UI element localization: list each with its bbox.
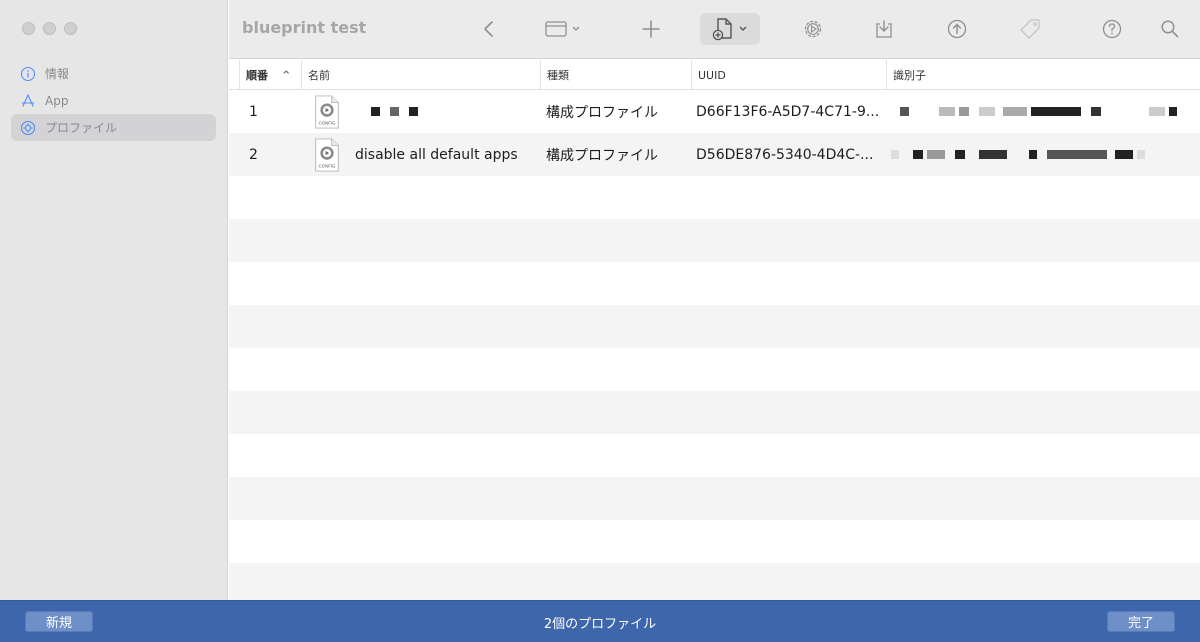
window-controls	[22, 22, 77, 35]
sidebar-list: 情報 App プロファイル	[11, 60, 216, 141]
column-header-label: UUID	[698, 68, 726, 82]
sidebar: 情報 App プロファイル	[0, 0, 228, 600]
empty-row	[229, 477, 1200, 520]
profile-count-status: 2個のプロファイル	[543, 617, 657, 632]
column-header-label: 種類	[547, 69, 569, 82]
toolbar: blueprint test	[229, 0, 1200, 59]
close-window-button[interactable]	[22, 22, 35, 35]
window-title: blueprint test	[242, 18, 367, 37]
sidebar-item-label: 情報	[45, 67, 70, 81]
row-type: 構成プロファイル	[546, 147, 658, 164]
chevron-left-icon	[484, 21, 493, 37]
search-button[interactable]	[1158, 13, 1182, 45]
gear-icon	[804, 20, 822, 38]
sidebar-item-label: プロファイル	[45, 121, 118, 135]
minimize-window-button[interactable]	[43, 22, 56, 35]
empty-row	[229, 434, 1200, 477]
table-row[interactable]: 2 CONFIG disable all default apps 構成プロファ…	[229, 133, 1200, 176]
empty-row	[229, 563, 1200, 600]
settings-button[interactable]	[801, 13, 825, 45]
empty-row	[229, 305, 1200, 348]
column-header-order[interactable]: 順番 ^	[239, 60, 303, 90]
download-button[interactable]	[872, 13, 896, 45]
add-button[interactable]	[639, 13, 663, 45]
config-profile-icon: CONFIG	[313, 90, 341, 133]
tag-icon	[1020, 19, 1040, 39]
empty-row	[229, 391, 1200, 434]
column-header-label: 順番	[246, 69, 268, 82]
help-button[interactable]	[1100, 13, 1124, 45]
row-identifier-redacted	[891, 133, 1149, 176]
empty-row	[229, 176, 1200, 219]
plus-icon	[642, 20, 660, 38]
svg-text:CONFIG: CONFIG	[319, 120, 336, 125]
column-header-uuid[interactable]: UUID	[691, 60, 887, 90]
column-header-type[interactable]: 種類	[540, 60, 692, 90]
table-body: 1 CONFIG 構成プロファイル D66F13F6-A5D7-4C71-9..…	[229, 90, 1200, 600]
column-header-label: 識別子	[893, 69, 926, 82]
column-header-label: 名前	[308, 69, 330, 82]
download-tray-icon	[876, 20, 892, 38]
column-header-identifier[interactable]: 識別子	[886, 60, 1200, 90]
done-button[interactable]: 完了	[1107, 611, 1175, 632]
empty-row	[229, 219, 1200, 262]
view-menu-button[interactable]	[541, 13, 585, 45]
profiles-table: 順番 ^ 名前 種類 UUID 識別子 1 CONFIG 構成プロファイル D6…	[229, 60, 1200, 600]
sidebar-item-profiles[interactable]: プロファイル	[11, 114, 216, 141]
row-order: 2	[249, 146, 258, 163]
row-type: 構成プロファイル	[546, 104, 658, 121]
zoom-window-button[interactable]	[64, 22, 77, 35]
upload-circle-icon	[947, 19, 967, 39]
empty-row	[229, 348, 1200, 391]
row-name	[371, 90, 422, 133]
column-header-name[interactable]: 名前	[301, 60, 541, 90]
table-header: 順番 ^ 名前 種類 UUID 識別子	[229, 60, 1200, 90]
info-icon	[19, 65, 37, 83]
profile-gear-icon	[19, 119, 37, 137]
add-document-button[interactable]	[700, 13, 760, 45]
upload-button[interactable]	[945, 13, 969, 45]
window-icon	[545, 21, 567, 37]
svg-text:CONFIG: CONFIG	[319, 163, 336, 168]
question-icon	[1102, 19, 1122, 39]
table-row[interactable]: 1 CONFIG 構成プロファイル D66F13F6-A5D7-4C71-9..…	[229, 90, 1200, 133]
search-icon	[1161, 20, 1179, 38]
chevron-down-icon	[572, 26, 580, 31]
row-name: disable all default apps	[355, 146, 518, 163]
sidebar-item-label: App	[45, 93, 69, 108]
sort-ascending-icon: ^	[282, 69, 291, 81]
app-store-icon	[19, 92, 37, 110]
row-uuid: D56DE876-5340-4D4C-...	[696, 146, 874, 163]
sidebar-item-info[interactable]: 情報	[11, 60, 216, 87]
config-profile-icon: CONFIG	[313, 133, 341, 176]
bottom-bar: 新規 2個のプロファイル 完了	[0, 600, 1200, 642]
document-plus-icon	[712, 18, 732, 41]
redacted-name	[371, 107, 422, 116]
row-order: 1	[249, 103, 258, 120]
tag-button[interactable]	[1017, 13, 1043, 45]
empty-row	[229, 262, 1200, 305]
empty-row	[229, 520, 1200, 563]
back-button[interactable]	[477, 13, 501, 45]
chevron-down-icon	[739, 26, 747, 31]
row-identifier-redacted	[900, 90, 1181, 133]
sidebar-item-app[interactable]: App	[11, 87, 216, 114]
row-uuid: D66F13F6-A5D7-4C71-9...	[696, 103, 880, 120]
